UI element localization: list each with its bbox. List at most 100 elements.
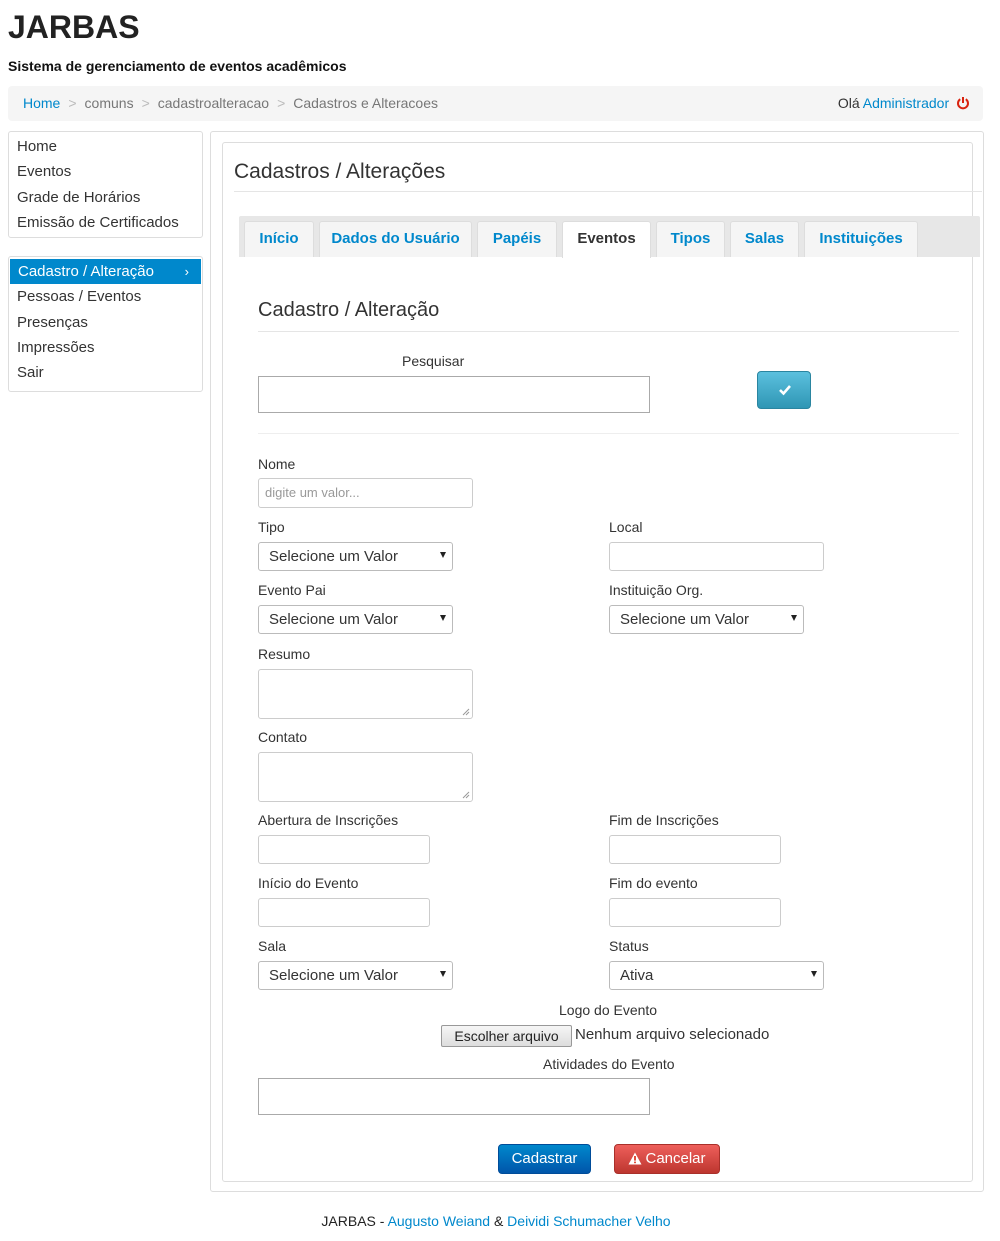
search-divider bbox=[258, 433, 959, 434]
dropdown-caret-icon bbox=[791, 615, 797, 621]
cancelar-button[interactable]: Cancelar bbox=[614, 1144, 720, 1174]
content-well: Cadastros / Alterações Início Dados do U… bbox=[222, 142, 982, 1182]
tipo-select[interactable]: Selecione um Valor bbox=[258, 542, 453, 571]
abertura-inscricoes-label: Abertura de Inscrições bbox=[258, 812, 399, 828]
breadcrumb-comuns: comuns bbox=[84, 95, 134, 111]
sidebar-item-label: Cadastro / Alteração bbox=[18, 263, 154, 280]
title-divider bbox=[234, 191, 982, 192]
tab-instituicoes[interactable]: Instituições bbox=[804, 221, 918, 257]
sala-select[interactable]: Selecione um Valor bbox=[258, 961, 453, 990]
sidebar-item-sair[interactable]: Sair bbox=[9, 360, 202, 385]
breadcrumb-bar: Home > comuns > cadastroalteracao > Cadastros … bbox=[8, 86, 983, 121]
fim-evento-label: Fim do evento bbox=[609, 875, 698, 891]
inicio-evento-input[interactable] bbox=[258, 898, 430, 927]
sidebar-item-home[interactable]: Home bbox=[9, 134, 202, 159]
sidebar-item-cadastro-alteracao[interactable]: Cadastro / Alteração › bbox=[10, 259, 201, 285]
footer-amp: & bbox=[493, 1213, 504, 1229]
fim-inscricoes-label: Fim de Inscrições bbox=[609, 812, 719, 828]
search-label: Pesquisar bbox=[402, 353, 465, 369]
abertura-inscricoes-input[interactable] bbox=[258, 835, 430, 864]
tab-eventos[interactable]: Eventos bbox=[562, 221, 651, 258]
atividades-label: Atividades do Evento bbox=[543, 1056, 675, 1072]
sidebar-item-presencas[interactable]: Presenças bbox=[9, 310, 202, 335]
contato-textarea[interactable] bbox=[258, 752, 473, 802]
evento-pai-select[interactable]: Selecione um Valor bbox=[258, 605, 453, 634]
cadastrar-button[interactable]: Cadastrar bbox=[498, 1144, 591, 1174]
local-input[interactable] bbox=[609, 542, 824, 571]
file-status-text: Nenhum arquivo selecionado bbox=[575, 1026, 770, 1043]
dropdown-caret-icon bbox=[440, 615, 446, 621]
atividades-input[interactable] bbox=[258, 1078, 650, 1115]
breadcrumb-home[interactable]: Home bbox=[23, 95, 60, 111]
local-label: Local bbox=[609, 519, 643, 535]
footer-brand: JARBAS bbox=[321, 1213, 376, 1229]
app-tagline: Sistema de gerenciamento de eventos acad… bbox=[8, 58, 347, 74]
tipo-label: Tipo bbox=[258, 519, 285, 535]
sala-select-value: Selecione um Valor bbox=[269, 967, 398, 984]
section-divider bbox=[258, 331, 959, 332]
cancelar-label: Cancelar bbox=[645, 1150, 706, 1167]
resumo-textarea[interactable] bbox=[258, 669, 473, 719]
power-icon[interactable] bbox=[956, 96, 970, 110]
breadcrumb-current: Cadastros e Alteracoes bbox=[293, 95, 438, 111]
tab-papeis[interactable]: Papéis bbox=[477, 221, 557, 257]
nome-label: Nome bbox=[258, 456, 296, 472]
check-icon bbox=[779, 385, 791, 396]
instituicao-label: Instituição Org. bbox=[609, 582, 704, 598]
chevron-right-icon: › bbox=[184, 264, 189, 279]
tab-dados-usuario[interactable]: Dados do Usuário bbox=[319, 221, 472, 257]
greeting-text: Olá bbox=[837, 95, 860, 111]
contato-label: Contato bbox=[258, 729, 308, 745]
tab-salas[interactable]: Salas bbox=[730, 221, 799, 257]
instituicao-select-value: Selecione um Valor bbox=[620, 611, 749, 628]
app-brand: JARBAS bbox=[8, 9, 140, 45]
inicio-evento-label: Início do Evento bbox=[258, 875, 359, 891]
status-label: Status bbox=[609, 938, 649, 954]
tab-inicio[interactable]: Início bbox=[244, 221, 314, 257]
footer-dash: - bbox=[379, 1213, 385, 1229]
dropdown-caret-icon bbox=[811, 971, 817, 977]
sidebar-item-grade-horarios[interactable]: Grade de Horários bbox=[9, 185, 202, 210]
logo-label: Logo do Evento bbox=[559, 1002, 658, 1018]
status-select-value: Ativa bbox=[620, 967, 654, 984]
breadcrumb-cadastroalteracao: cadastroalteracao bbox=[157, 95, 270, 111]
search-input[interactable] bbox=[258, 376, 650, 413]
user-greeting: Olá Administrador bbox=[838, 95, 970, 111]
sala-label: Sala bbox=[258, 938, 287, 954]
resize-grip-icon[interactable] bbox=[462, 791, 470, 799]
status-select[interactable]: Ativa bbox=[609, 961, 824, 990]
tab-bar: Início Dados do Usuário Papéis Eventos T… bbox=[239, 216, 980, 258]
nome-placeholder: digite um valor... bbox=[265, 485, 360, 500]
tipo-select-value: Selecione um Valor bbox=[269, 548, 398, 565]
breadcrumb-separator: > bbox=[141, 95, 150, 111]
instituicao-select[interactable]: Selecione um Valor bbox=[609, 605, 804, 634]
search-submit-button[interactable] bbox=[757, 371, 811, 409]
footer-author-augusto[interactable]: Augusto Weiand bbox=[388, 1213, 490, 1229]
main-panel: Cadastros / Alterações Início Dados do U… bbox=[210, 131, 984, 1192]
sidebar-item-certificados[interactable]: Emissão de Certificados bbox=[9, 210, 202, 235]
nome-input[interactable]: digite um valor... bbox=[258, 478, 473, 508]
sidebar-item-pessoas-eventos[interactable]: Pessoas / Eventos bbox=[9, 284, 202, 309]
sidebar-item-eventos[interactable]: Eventos bbox=[9, 159, 202, 184]
footer: JARBAS - Augusto Weiand & Deividi Schuma… bbox=[0, 1213, 992, 1229]
sidebar-nav-admin: Cadastro / Alteração › Pessoas / Eventos … bbox=[8, 256, 203, 392]
resize-grip-icon[interactable] bbox=[462, 708, 470, 716]
sidebar-item-impressoes[interactable]: Impressões bbox=[9, 335, 202, 360]
breadcrumb-separator: > bbox=[68, 95, 77, 111]
fim-evento-input[interactable] bbox=[609, 898, 781, 927]
breadcrumb-separator: > bbox=[277, 95, 286, 111]
dropdown-caret-icon bbox=[440, 552, 446, 558]
section-title: Cadastro / Alteração bbox=[258, 299, 440, 321]
evento-pai-select-value: Selecione um Valor bbox=[269, 611, 398, 628]
footer-author-deividi[interactable]: Deividi Schumacher Velho bbox=[507, 1213, 670, 1229]
user-name-link[interactable]: Administrador bbox=[863, 95, 949, 111]
fim-inscricoes-input[interactable] bbox=[609, 835, 781, 864]
choose-file-button[interactable]: Escolher arquivo bbox=[441, 1025, 572, 1047]
evento-pai-label: Evento Pai bbox=[258, 582, 326, 598]
warning-icon bbox=[628, 1152, 642, 1165]
page-title: Cadastros / Alterações bbox=[234, 160, 446, 183]
dropdown-caret-icon bbox=[440, 971, 446, 977]
breadcrumb: Home > comuns > cadastroalteracao > Cadastros … bbox=[23, 95, 438, 111]
tab-tipos[interactable]: Tipos bbox=[656, 221, 725, 257]
resumo-label: Resumo bbox=[258, 646, 311, 662]
